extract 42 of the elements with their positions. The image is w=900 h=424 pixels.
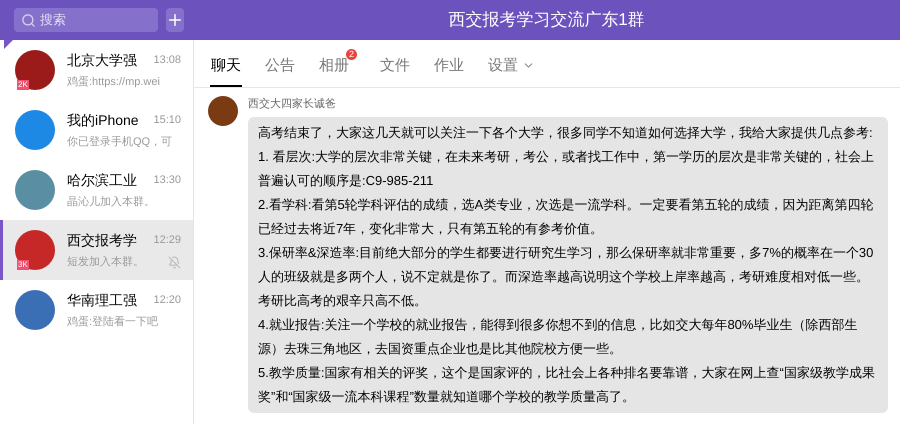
tab[interactable]: 相册 2 <box>318 48 357 87</box>
chat-time: 12:29 <box>153 233 181 248</box>
message-paragraph: 2.看学科:看第5轮学科评估的成绩，选A类专业，次选是一流学科。一定要看第五轮的成绩，因为距离第四轮已经过去将近7年，变化非常大，只有第五轮的有参考价值。 <box>258 196 874 238</box>
message-paragraph: 1. 看层次:大学的层次非常关键，在未来考研，考公，或者找工作中，第一学历的层次是非常关键的，社会上普遍认可的顺序是:C9-985-211 <box>258 148 876 190</box>
chat-item[interactable]: 华南理工强 12:20 鸡蛋:登陆看一下吧 <box>0 280 193 340</box>
chat-preview: 短发加入本群。 <box>67 254 144 270</box>
sender-name: 西交大四家长诚爸 <box>248 96 337 112</box>
sender-avatar <box>208 96 238 126</box>
tab[interactable]: 聊天 <box>210 48 242 87</box>
chat-name: 西交报考学 <box>67 230 137 250</box>
chat-preview: 晶沁儿加入本群。 <box>67 194 155 210</box>
search-field[interactable]: 搜索 <box>14 8 158 32</box>
chat-name: 北京大学强 <box>67 50 137 70</box>
chat-item[interactable]: 2K 北京大学强 13:08 鸡蛋:https://mp.wei <box>0 40 193 100</box>
plus-icon <box>166 11 184 29</box>
add-button[interactable] <box>166 8 184 32</box>
level-badge: 3K <box>17 260 29 270</box>
chat-name: 哈尔滨工业 <box>67 170 137 190</box>
message-paragraph: 3.保研率&深造率:目前绝大部分的学生都要进行研究生学习，那么保研率就非常重要，多7%的概率在一个30人的班级就是多两个人，说不定就是你了。而深造率越高说明这个学校上岸率越高，考研难度相对低一些。考研比高考的艰辛只高不低。 <box>258 244 874 310</box>
chat-preview: 鸡蛋:https://mp.wei <box>67 74 160 90</box>
count-badge: 2 <box>346 48 357 60</box>
tab[interactable]: 文件 <box>379 48 411 87</box>
chat-name: 华南理工强 <box>67 290 137 310</box>
search-icon <box>21 12 36 28</box>
chat-item[interactable]: 我的iPhone 15:10 你已登录手机QQ，可 <box>0 100 193 160</box>
tab[interactable]: 作业 <box>433 48 465 87</box>
message-paragraph: 5.教学质量:国家有相关的评奖，这个是国家评的，比社会上各种排名要靠谱，大家在网上查“国家级教学成果奖”和“国家级一流本科课程”数量就知道哪个学校的教学质量高了。 <box>258 364 876 406</box>
chat-time: 13:30 <box>153 173 181 188</box>
chat-name: 我的iPhone <box>67 110 139 130</box>
chat-preview: 鸡蛋:登陆看一下吧 <box>67 314 158 330</box>
level-badge: 2K <box>17 80 29 90</box>
tab[interactable]: 设置 <box>487 48 536 87</box>
chat-time: 12:20 <box>153 293 181 308</box>
chat-item[interactable]: 3K 西交报考学 12:29 短发加入本群。 <box>0 220 193 280</box>
chat-preview: 你已登录手机QQ，可 <box>67 134 172 150</box>
message-paragraph: 高考结束了，大家这几天就可以关注一下各个大学，很多同学不知道如何选择大学，我给大家提供几点参考: <box>258 124 874 142</box>
chat-time: 15:10 <box>153 113 181 128</box>
message-paragraph: 4.就业报告:关注一个学校的就业报告，能得到很多你想不到的信息，比如交大每年80%毕业生（除西部生源）去珠三角地区，去国资重点企业也是比其他院校方便一些。 <box>258 316 858 358</box>
chat-time: 13:08 <box>153 53 181 68</box>
window-title: 西交报考学习交流广东1群 <box>448 9 645 32</box>
tab[interactable]: 公告 <box>264 48 296 87</box>
chat-item[interactable]: 哈尔滨工业 13:30 晶沁儿加入本群。 <box>0 160 193 220</box>
